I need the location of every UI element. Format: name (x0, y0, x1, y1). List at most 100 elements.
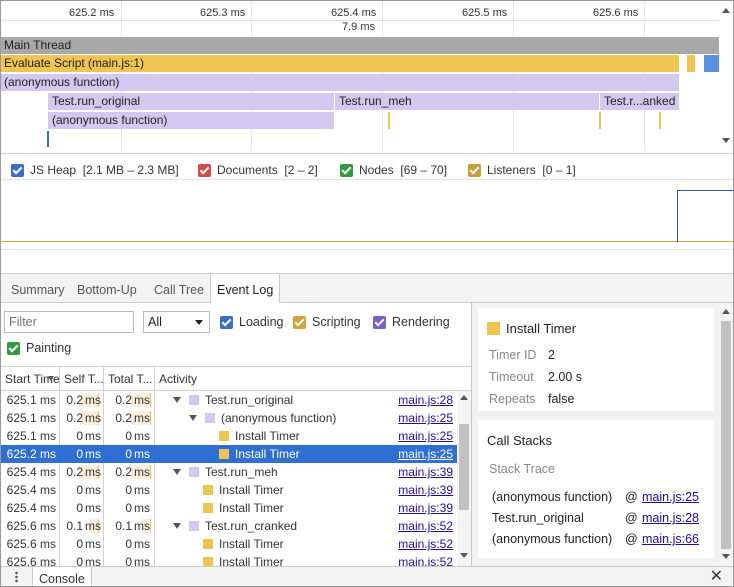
self-time-value: 0.2 (66, 465, 83, 479)
frame-function: (anonymous function) (492, 532, 613, 546)
table-row[interactable]: 625.1 ms 0.2 ms 0.2 ms (anonymous function) ma… (1, 409, 457, 427)
memory-graph-padding (1, 249, 733, 273)
console-tab[interactable]: Console (32, 567, 92, 586)
column-activity[interactable]: Activity (155, 367, 457, 391)
tab-summary[interactable]: Summary (5, 274, 70, 303)
activity-cell: Install Timer (203, 499, 284, 517)
source-location-link[interactable]: main.js:25 (398, 445, 453, 463)
table-row[interactable]: 625.4 ms 0 ms 0 ms Install Timer main.js:39 (1, 481, 457, 499)
checkbox-checked-icon[interactable] (198, 163, 211, 177)
tab-call-tree[interactable]: Call Tree (148, 274, 210, 303)
evaluate-script-bar[interactable]: Evaluate Script (main.js:1) (1, 55, 679, 72)
time-ruler[interactable]: 625.2 ms 625.3 ms 625.4 ms 625.5 ms 625.… (1, 1, 719, 21)
loading-event-mark[interactable] (704, 55, 719, 72)
activity-cell: Install Timer (219, 427, 300, 445)
table-row[interactable]: 625.4 ms 0 ms 0 ms Install Timer main.js:39 (1, 499, 457, 517)
table-row[interactable]: 625.2 ms 0 ms 0 ms Install Timer main.js:25 (1, 445, 457, 463)
checkbox-checked-icon[interactable] (293, 315, 306, 329)
counter-documents[interactable]: Documents [2 – 2] (198, 163, 318, 177)
frame-location-link[interactable]: main.js:66 (642, 532, 699, 546)
total-time-unit: ms (134, 537, 150, 551)
flame-chart-scrollbar[interactable] (719, 1, 733, 151)
self-time-unit: ms (85, 447, 101, 461)
memory-graph[interactable] (1, 179, 733, 249)
frame-location-link[interactable]: main.js:28 (642, 511, 699, 525)
run-meh-bar[interactable]: Test.run_meh (335, 93, 599, 110)
details-scrollbar[interactable] (719, 303, 733, 566)
table-row[interactable]: 625.6 ms 0 ms 0 ms Install Timer main.js:52 (1, 535, 457, 553)
scroll-up-arrow-icon[interactable] (460, 395, 468, 400)
counter-listeners[interactable]: Listeners [0 – 1] (468, 163, 576, 177)
column-label: Total T... (108, 372, 153, 386)
table-row[interactable]: 625.4 ms 0.2 ms 0.2 ms Test.run_meh main.js:39 (1, 463, 457, 481)
source-location-link[interactable]: main.js:25 (398, 409, 453, 427)
scroll-down-arrow-icon[interactable] (460, 553, 468, 558)
table-scrollbar[interactable] (457, 391, 471, 566)
scrollbar-thumb[interactable] (721, 321, 731, 549)
script-event-mark[interactable] (687, 55, 695, 72)
checkbox-checked-icon[interactable] (220, 315, 233, 329)
source-location-link[interactable]: main.js:28 (398, 391, 453, 409)
checkbox-checked-icon[interactable] (468, 163, 481, 177)
table-row[interactable]: 625.6 ms 0.1 ms 0.1 ms Test.run_cranked main.j… (1, 517, 457, 535)
checkbox-checked-icon[interactable] (340, 163, 353, 177)
expand-caret-icon[interactable] (173, 469, 181, 475)
checkbox-checked-icon[interactable] (11, 163, 24, 177)
activity-name: Install Timer (219, 483, 284, 497)
more-options-icon[interactable] (15, 571, 18, 583)
anonymous-function-bar[interactable]: (anonymous function) (1, 74, 679, 91)
tab-event-log[interactable]: Event Log (210, 274, 281, 304)
scroll-down-arrow-icon[interactable] (722, 554, 730, 559)
checkbox-checked-icon[interactable] (373, 315, 386, 329)
checkbox-checked-icon[interactable] (7, 341, 20, 355)
counter-js-heap[interactable]: JS Heap [2.1 MB – 2.3 MB] (11, 163, 179, 177)
column-self-time[interactable]: Self T... (60, 367, 104, 391)
activity-cell: Test.run_meh (173, 463, 278, 481)
filter-painting[interactable]: Painting (7, 341, 71, 355)
activity-name: Test.run_original (205, 393, 294, 407)
filter-scripting[interactable]: Scripting (293, 315, 361, 329)
flame-chart[interactable]: 625.2 ms 625.3 ms 625.4 ms 625.5 ms 625.… (1, 1, 733, 151)
category-swatch-icon (205, 413, 215, 423)
main-thread-track[interactable]: Main Thread (1, 37, 719, 54)
source-location-link[interactable]: main.js:52 (398, 553, 453, 566)
sort-descending-icon (48, 376, 54, 381)
install-timer-mark[interactable] (599, 112, 601, 129)
run-original-bar[interactable]: Test.run_original (48, 93, 334, 110)
close-icon[interactable]: ✕ (710, 568, 723, 586)
table-row[interactable]: 625.1 ms 0 ms 0 ms Install Timer main.js:25 (1, 427, 457, 445)
install-timer-mark[interactable] (659, 112, 661, 129)
source-location-link[interactable]: main.js:52 (398, 517, 453, 535)
table-row[interactable]: 625.1 ms 0.2 ms 0.2 ms Test.run_original main.… (1, 391, 457, 409)
source-location-link[interactable]: main.js:25 (398, 427, 453, 445)
prop-value: 2 (548, 348, 555, 362)
scroll-up-arrow-icon[interactable] (722, 309, 730, 314)
expand-caret-icon[interactable] (173, 397, 181, 403)
source-location-link[interactable]: main.js:52 (398, 535, 453, 553)
source-location-link[interactable]: main.js:39 (398, 481, 453, 499)
frame-function: Test.run_original (492, 511, 584, 525)
run-cranked-bar[interactable]: Test.r...anked (600, 93, 679, 110)
filter-label: Rendering (392, 315, 450, 329)
source-location-link[interactable]: main.js:39 (398, 499, 453, 517)
filter-input[interactable] (4, 311, 134, 333)
inner-anonymous-function-bar[interactable]: (anonymous function) (48, 112, 334, 129)
column-total-time[interactable]: Total T... (104, 367, 155, 391)
install-timer-mark[interactable] (388, 112, 390, 129)
tab-bottom-up[interactable]: Bottom-Up (71, 274, 143, 303)
filter-loading[interactable]: Loading (220, 315, 284, 329)
start-time-cell: 625.6 ms (6, 519, 56, 533)
table-row[interactable]: 625.6 ms 0 ms 0 ms Install Timer main.js:52 (1, 553, 457, 566)
total-time-unit: ms (134, 447, 150, 461)
frame-location-link[interactable]: main.js:25 (642, 490, 699, 504)
expand-caret-icon[interactable] (189, 415, 197, 421)
duration-filter-select[interactable]: All (143, 311, 210, 333)
filter-rendering[interactable]: Rendering (373, 315, 450, 329)
scroll-up-arrow-icon[interactable] (722, 8, 730, 13)
source-location-link[interactable]: main.js:39 (398, 463, 453, 481)
selected-event-marker (47, 131, 49, 147)
expand-caret-icon[interactable] (173, 523, 181, 529)
scroll-down-arrow-icon[interactable] (722, 138, 730, 143)
scrollbar-thumb[interactable] (459, 424, 469, 510)
counter-nodes[interactable]: Nodes [69 – 70] (340, 163, 447, 177)
